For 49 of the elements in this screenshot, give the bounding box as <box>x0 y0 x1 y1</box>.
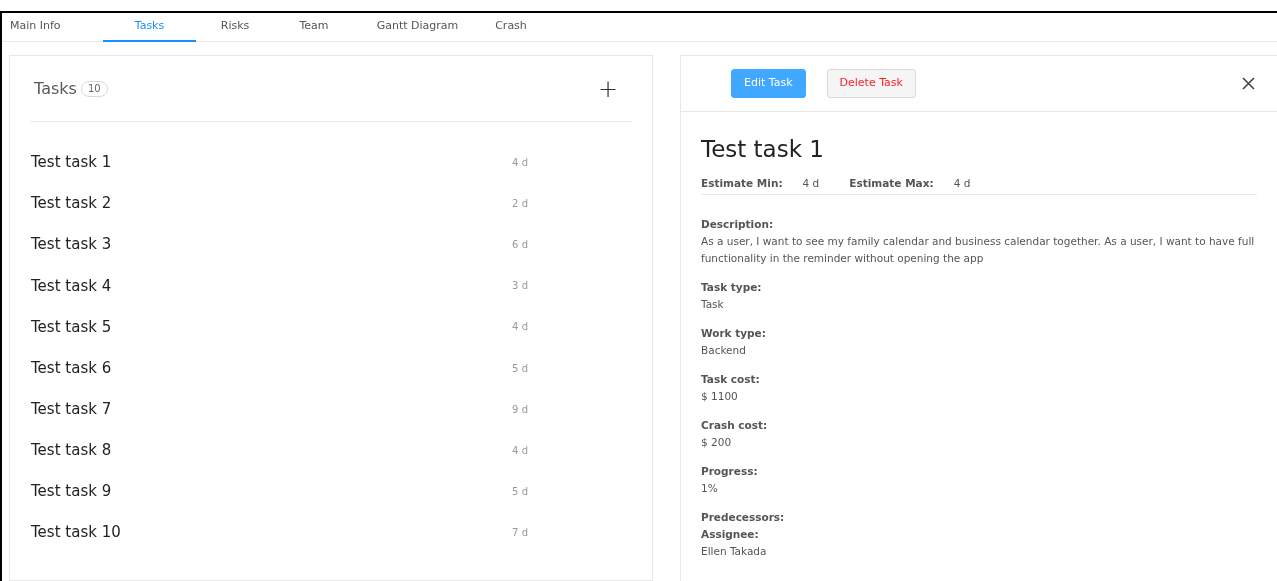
task-name: Test task 2 <box>31 193 112 215</box>
task-duration: 7 d <box>512 525 528 540</box>
task-name: Test task 9 <box>31 481 112 503</box>
delete-button[interactable]: Delete Task <box>826 69 916 98</box>
task-duration: 5 d <box>512 361 528 376</box>
task-name: Test task 1 <box>31 152 112 174</box>
field-value: $ 1100 <box>701 388 739 404</box>
task-name: Test task 4 <box>31 275 112 297</box>
add-button[interactable]: + <box>597 76 618 101</box>
field-value: Backend <box>701 342 747 358</box>
task-duration: 3 d <box>512 279 528 294</box>
tab[interactable]: Team <box>274 13 354 42</box>
field-label: Description: <box>701 216 775 232</box>
task-name: Test task 5 <box>31 316 112 338</box>
task-title: Test task 1 <box>701 135 825 164</box>
field-label: Predecessors: <box>701 509 786 525</box>
close-icon[interactable] <box>1242 77 1255 90</box>
tab[interactable]: Risks <box>196 13 274 42</box>
field-value: As a user, I want to see my family calendar and business calendar together. As a user, I want to have full functionality in the reminder without opening the app <box>701 233 1256 266</box>
list-title: Tasks <box>34 77 77 100</box>
task-duration: 9 d <box>512 402 528 417</box>
task-name: Test task 7 <box>31 398 112 420</box>
field-value: 1% <box>701 480 719 496</box>
field-label: Assignee: <box>701 526 760 542</box>
task-name: Test task 8 <box>31 439 112 461</box>
field-value: Task <box>701 296 725 312</box>
field-label: Task cost: <box>701 371 761 387</box>
estimate-label: Estimate Max: <box>849 176 934 191</box>
estimate-label: Estimate Min: <box>701 176 783 191</box>
task-duration: 4 d <box>512 443 528 458</box>
field-label: Work type: <box>701 325 767 341</box>
estimate-value: 4 d <box>802 176 820 191</box>
task-duration: 4 d <box>512 156 528 171</box>
field-value: $ 200 <box>701 434 733 450</box>
field-label: Progress: <box>701 463 759 479</box>
task-duration: 5 d <box>512 484 528 499</box>
field-value: Ellen Takada <box>701 543 768 559</box>
field-label: Task type: <box>701 279 763 295</box>
tab[interactable]: Main Info <box>8 13 103 42</box>
field-label: Crash cost: <box>701 417 769 433</box>
tab[interactable]: Gantt Diagram <box>354 13 481 42</box>
estimate-value: 4 d <box>953 176 971 191</box>
task-name: Test task 10 <box>31 522 121 544</box>
task-name: Test task 3 <box>31 234 112 256</box>
task-duration: 6 d <box>512 238 528 253</box>
task-duration: 2 d <box>512 197 528 212</box>
tab[interactable]: Crash <box>481 13 541 42</box>
task-duration: 4 d <box>512 320 528 335</box>
task-name: Test task 6 <box>31 357 112 379</box>
